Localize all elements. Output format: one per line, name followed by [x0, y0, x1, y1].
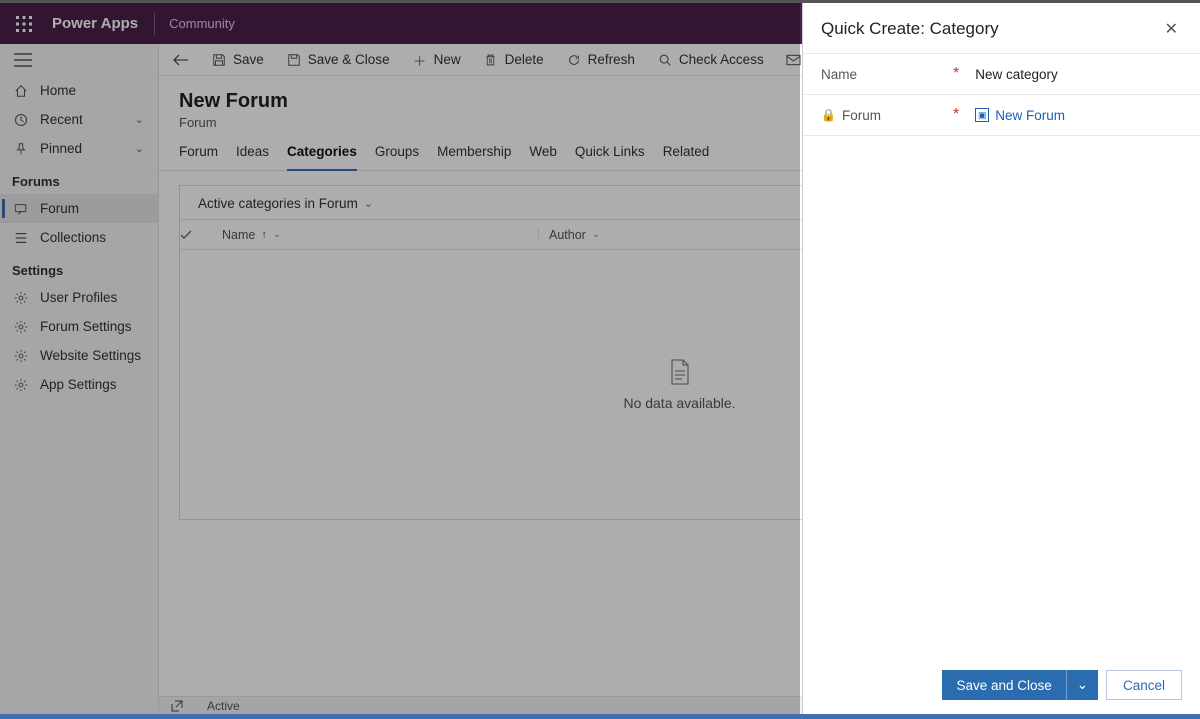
- close-icon[interactable]: ✕: [1161, 15, 1182, 43]
- quick-create-form: Name * New category 🔒 Forum * ▣ New Foru…: [803, 53, 1200, 136]
- required-indicator: *: [953, 65, 959, 83]
- save-and-close-split-button: Save and Close ⌄: [942, 670, 1097, 700]
- panel-footer: Save and Close ⌄ Cancel: [803, 656, 1200, 714]
- cancel-button[interactable]: Cancel: [1106, 670, 1182, 700]
- lock-icon: 🔒: [821, 108, 836, 122]
- modal-scrim[interactable]: [0, 3, 800, 719]
- panel-title: Quick Create: Category: [821, 19, 999, 39]
- field-row-name: Name * New category: [803, 53, 1200, 95]
- forum-lookup[interactable]: ▣ New Forum: [969, 108, 1182, 123]
- name-input[interactable]: New category: [969, 67, 1182, 82]
- forum-lookup-value: New Forum: [995, 108, 1065, 123]
- save-and-close-menu-button[interactable]: ⌄: [1066, 670, 1098, 700]
- entity-icon: ▣: [975, 108, 989, 122]
- forum-field-label: Forum: [842, 108, 881, 123]
- field-row-forum: 🔒 Forum * ▣ New Forum: [803, 95, 1200, 136]
- quick-create-panel: Quick Create: Category ✕ Name * New cate…: [802, 3, 1200, 714]
- required-indicator: *: [953, 106, 959, 124]
- window-bottom-strip: [0, 714, 1200, 719]
- name-field-label: Name: [821, 67, 857, 82]
- save-and-close-button[interactable]: Save and Close: [942, 670, 1065, 700]
